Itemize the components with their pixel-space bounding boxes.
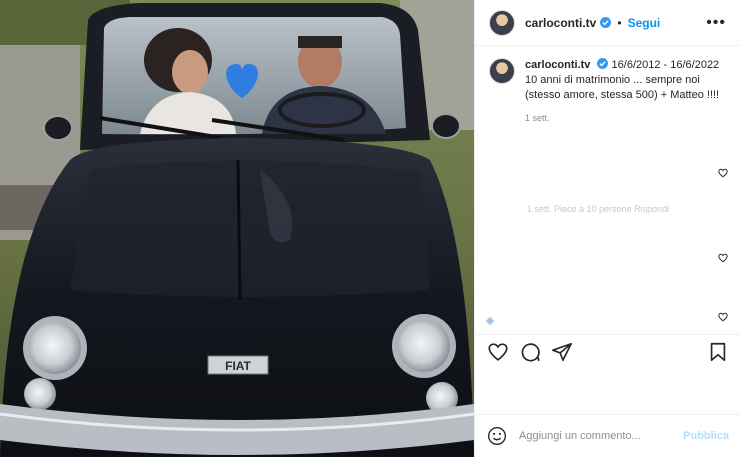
car-photo: FIAT [0, 0, 474, 457]
scroll-indicator [485, 316, 495, 326]
comment-bar: Pubblica [475, 414, 740, 457]
post-actions [475, 334, 740, 368]
comment-icon[interactable] [519, 341, 541, 363]
more-options-icon[interactable]: ••• [706, 14, 726, 32]
post-photo: FIAT [0, 0, 474, 457]
comment-input[interactable] [519, 430, 669, 442]
caption: carloconti.tv 16/6/2012 - 16/6/2022 10 a… [475, 46, 740, 103]
verified-badge-icon [597, 58, 609, 69]
header-separator: • [617, 15, 622, 30]
publish-button[interactable]: Pubblica [683, 430, 729, 442]
author-username[interactable]: carloconti.tv [525, 16, 596, 30]
caption-author[interactable]: carloconti.tv [525, 59, 590, 71]
comment-like-heart-icon[interactable] [718, 253, 728, 263]
share-icon[interactable] [551, 341, 573, 363]
follow-button[interactable]: Segui [628, 16, 661, 30]
caption-avatar[interactable] [489, 58, 515, 84]
verified-badge-icon [600, 17, 612, 28]
comment-meta-faded: 1 sett. Piace a 10 persone Rispondi [527, 204, 670, 214]
author-avatar[interactable] [489, 9, 515, 36]
emoji-icon[interactable] [487, 426, 507, 446]
post-dialog: FIAT carloconti.tv • Segui ••• carlocont… [0, 0, 740, 457]
caption-time: 1 sett. [525, 113, 550, 123]
post-sidebar: carloconti.tv • Segui ••• carloconti.tv … [474, 0, 740, 457]
heart-icon[interactable] [487, 341, 509, 363]
comment-like-heart-icon[interactable] [718, 168, 728, 178]
fiat-badge-text: FIAT [225, 359, 251, 373]
comment-like-heart-icon[interactable] [718, 312, 728, 322]
bookmark-icon[interactable] [707, 341, 729, 363]
post-header: carloconti.tv • Segui ••• [475, 0, 740, 46]
caption-text-block: carloconti.tv 16/6/2012 - 16/6/2022 10 a… [525, 58, 726, 103]
